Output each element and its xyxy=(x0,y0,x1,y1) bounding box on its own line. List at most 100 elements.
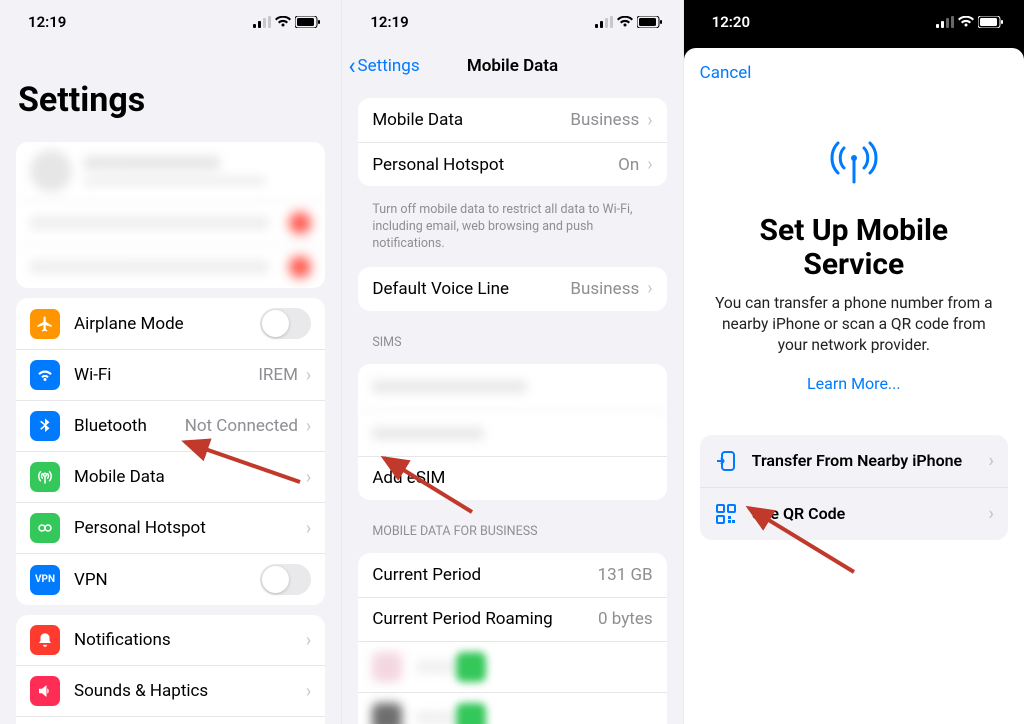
status-time: 12:19 xyxy=(28,13,66,31)
battery-icon xyxy=(295,16,321,28)
setup-sheet: Cancel Set Up Mobile Service You can tra… xyxy=(684,48,1024,724)
settings-content: Settings xyxy=(0,44,341,724)
airplane-icon xyxy=(30,309,60,339)
status-time: 12:20 xyxy=(712,13,750,31)
personal-hotspot-row[interactable]: Personal Hotspot On › xyxy=(358,142,666,186)
focus-row[interactable]: Focus › xyxy=(16,716,325,724)
chevron-right-icon: › xyxy=(306,681,311,702)
mobile-data-content: Mobile Data Business › Personal Hotspot … xyxy=(342,88,682,724)
default-voice-row[interactable]: Default Voice Line Business › xyxy=(358,267,666,311)
chevron-right-icon: › xyxy=(647,278,652,299)
transfer-label: Transfer From Nearby iPhone xyxy=(752,451,963,470)
sims-group: Add eSIM xyxy=(358,364,666,500)
sheet-nav: Cancel xyxy=(684,48,1024,98)
learn-more-link[interactable]: Learn More... xyxy=(684,374,1024,393)
airplane-toggle[interactable] xyxy=(260,308,311,339)
mobile-data-toggle-row[interactable]: Mobile Data Business › xyxy=(358,98,666,142)
blurred-row-2[interactable] xyxy=(16,244,325,288)
sheet-title: Set Up Mobile Service xyxy=(684,192,1024,293)
chevron-right-icon: › xyxy=(989,450,994,471)
cellular-signal-icon xyxy=(936,16,954,28)
cellular-signal-icon xyxy=(595,16,613,28)
roaming-row[interactable]: Current Period Roaming 0 bytes xyxy=(358,597,666,641)
account-row[interactable] xyxy=(16,142,325,200)
add-esim-row[interactable]: Add eSIM xyxy=(358,456,666,500)
voice-detail: Business xyxy=(570,279,639,299)
chevron-right-icon: › xyxy=(306,467,311,488)
wifi-row[interactable]: Wi-Fi IREM › xyxy=(16,349,325,400)
use-qr-row[interactable]: Use QR Code › xyxy=(700,487,1008,540)
chevron-right-icon: › xyxy=(306,365,311,386)
bluetooth-icon xyxy=(30,411,60,441)
toggle-blurred xyxy=(456,703,486,724)
mobile-data-detail: Business xyxy=(570,110,639,130)
mobile-data-label: Mobile Data xyxy=(372,110,570,130)
roaming-detail: 0 bytes xyxy=(598,609,653,629)
blurred-row-1[interactable] xyxy=(16,200,325,244)
hotspot-detail: On xyxy=(618,155,639,175)
status-indicators xyxy=(253,16,321,28)
battery-icon xyxy=(637,16,663,28)
back-button[interactable]: ‹ Settings xyxy=(348,44,419,88)
vpn-row[interactable]: VPN VPN xyxy=(16,553,325,605)
bluetooth-row[interactable]: Bluetooth Not Connected › xyxy=(16,400,325,451)
notifications-label: Notifications xyxy=(74,630,298,650)
business-header: MOBILE DATA FOR BUSINESS xyxy=(342,510,682,543)
status-bar: 12:19 xyxy=(342,0,682,44)
status-bar: 12:20 xyxy=(684,0,1024,44)
hotspot-icon xyxy=(30,513,60,543)
wifi-settings-icon xyxy=(30,360,60,390)
cancel-button[interactable]: Cancel xyxy=(700,63,752,83)
notifications-row[interactable]: Notifications › xyxy=(16,615,325,665)
sounds-row[interactable]: Sounds & Haptics › xyxy=(16,665,325,716)
vpn-toggle[interactable] xyxy=(260,564,311,595)
qr-label: Use QR Code xyxy=(752,504,846,523)
voice-label: Default Voice Line xyxy=(372,279,570,299)
notifications-group: Notifications › Sounds & Haptics › Focus… xyxy=(16,615,325,724)
app-usage-row-1[interactable] xyxy=(358,641,666,692)
sim-row-blurred-2[interactable] xyxy=(358,410,666,456)
chevron-left-icon: ‹ xyxy=(348,54,355,78)
status-time: 12:19 xyxy=(370,13,408,31)
chevron-right-icon: › xyxy=(647,154,652,175)
status-indicators xyxy=(936,16,1004,28)
transfer-icon xyxy=(714,449,738,473)
status-bar: 12:19 xyxy=(0,0,341,44)
chevron-right-icon: › xyxy=(989,503,994,524)
transfer-nearby-row[interactable]: Transfer From Nearby iPhone › xyxy=(700,435,1008,487)
roaming-label: Current Period Roaming xyxy=(372,609,598,629)
wifi-detail: IREM xyxy=(258,365,298,385)
wifi-icon xyxy=(958,16,974,28)
back-label: Settings xyxy=(358,56,420,76)
vpn-label: VPN xyxy=(74,570,260,590)
antenna-icon xyxy=(30,462,60,492)
hotspot-label: Personal Hotspot xyxy=(74,518,298,538)
battery-icon xyxy=(978,16,1004,28)
wifi-icon xyxy=(617,16,633,28)
business-group: Current Period 131 GB Current Period Roa… xyxy=(358,553,666,724)
app-usage-row-2[interactable] xyxy=(358,692,666,724)
qr-icon xyxy=(714,502,738,526)
nav-bar: ‹ Settings Mobile Data xyxy=(342,44,682,88)
period-detail: 131 GB xyxy=(598,565,653,585)
mobile-data-row[interactable]: Mobile Data › xyxy=(16,451,325,502)
mobile-data-group: Mobile Data Business › Personal Hotspot … xyxy=(358,98,666,186)
vpn-icon: VPN xyxy=(30,565,60,595)
voice-group: Default Voice Line Business › xyxy=(358,267,666,311)
notifications-icon xyxy=(30,625,60,655)
airplane-mode-row[interactable]: Airplane Mode xyxy=(16,298,325,349)
chevron-right-icon: › xyxy=(306,518,311,539)
hotspot-row[interactable]: Personal Hotspot › xyxy=(16,502,325,553)
page-title: Settings xyxy=(0,44,341,132)
add-esim-label: Add eSIM xyxy=(372,468,652,488)
chevron-right-icon: › xyxy=(647,110,652,131)
phone-settings: 12:19 Settings xyxy=(0,0,341,724)
phone-mobile-data: 12:19 ‹ Settings Mobile Data Mobile Data… xyxy=(341,0,682,724)
sims-header: SIMs xyxy=(342,321,682,354)
chevron-right-icon: › xyxy=(306,630,311,651)
sheet-description: You can transfer a phone number from a n… xyxy=(684,293,1024,356)
mobile-data-label: Mobile Data xyxy=(74,467,298,487)
current-period-row[interactable]: Current Period 131 GB xyxy=(358,553,666,597)
airplane-label: Airplane Mode xyxy=(74,314,260,334)
sim-row-blurred-1[interactable] xyxy=(358,364,666,410)
